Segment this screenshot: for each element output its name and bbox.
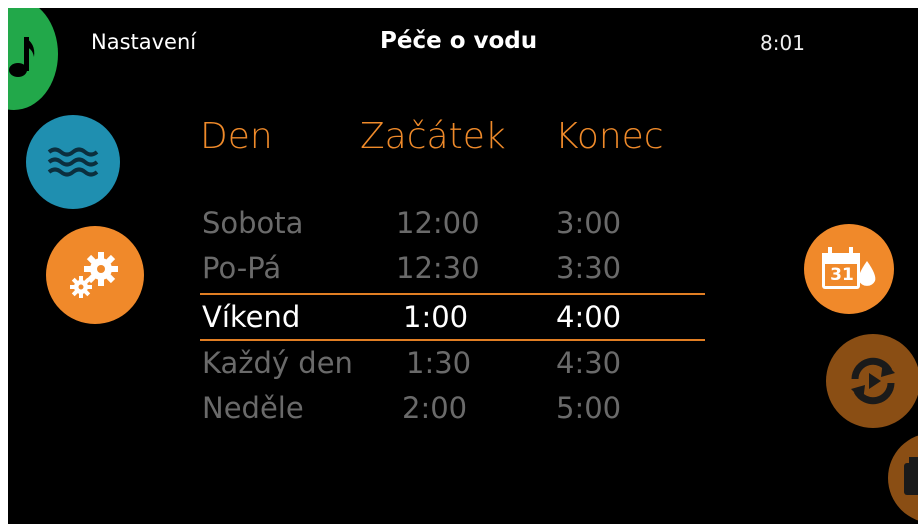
schedule-row-weekend-selected[interactable]: Víkend 1:00 4:00 — [8, 300, 918, 340]
water-button[interactable] — [26, 115, 120, 209]
column-header-start: Začátek — [360, 116, 506, 157]
selection-top-line — [200, 293, 705, 295]
cycle-button[interactable] — [826, 334, 918, 428]
row-day: Po-Pá — [202, 251, 282, 285]
water-care-schedule-button[interactable]: 31 — [804, 224, 894, 314]
row-start: 1:30 — [406, 346, 472, 380]
schedule-row-every-day[interactable]: Každý den 1:30 4:30 — [8, 346, 918, 386]
filter-button[interactable] — [888, 433, 918, 523]
row-day: Každý den — [202, 346, 353, 380]
row-end: 5:00 — [556, 391, 622, 425]
column-header-day: Den — [200, 116, 273, 157]
row-end: 4:30 — [556, 346, 622, 380]
schedule-row-saturday[interactable]: Sobota 12:00 3:00 — [8, 206, 918, 246]
calendar-day-label: 31 — [830, 265, 854, 285]
row-start: 2:00 — [402, 391, 468, 425]
row-start: 1:00 — [403, 300, 469, 334]
row-day: Víkend — [202, 300, 301, 334]
page-title: Péče o vodu — [380, 28, 538, 54]
row-day: Sobota — [202, 206, 304, 240]
row-end: 4:00 — [556, 300, 622, 334]
row-end: 3:30 — [556, 251, 622, 285]
clock: 8:01 — [760, 31, 805, 55]
screen: Nastavení Péče o vodu 8:01 Den Začátek K… — [8, 8, 918, 524]
row-start: 12:30 — [396, 251, 480, 285]
schedule-row-sunday[interactable]: Neděle 2:00 5:00 — [8, 391, 918, 431]
refresh-cycle-icon — [845, 353, 901, 409]
calendar-water-icon: 31 — [819, 245, 879, 293]
row-start: 12:00 — [396, 206, 480, 240]
selection-bottom-line — [200, 339, 705, 341]
settings-title[interactable]: Nastavení — [91, 30, 196, 54]
schedule-row-weekdays[interactable]: Po-Pá 12:30 3:30 — [8, 251, 918, 291]
music-button[interactable] — [8, 8, 58, 110]
column-header-end: Konec — [555, 116, 664, 157]
music-note-icon — [8, 33, 38, 79]
row-day: Neděle — [202, 391, 304, 425]
water-waves-icon — [47, 144, 99, 180]
row-end: 3:00 — [556, 206, 622, 240]
filter-icon — [900, 455, 918, 499]
